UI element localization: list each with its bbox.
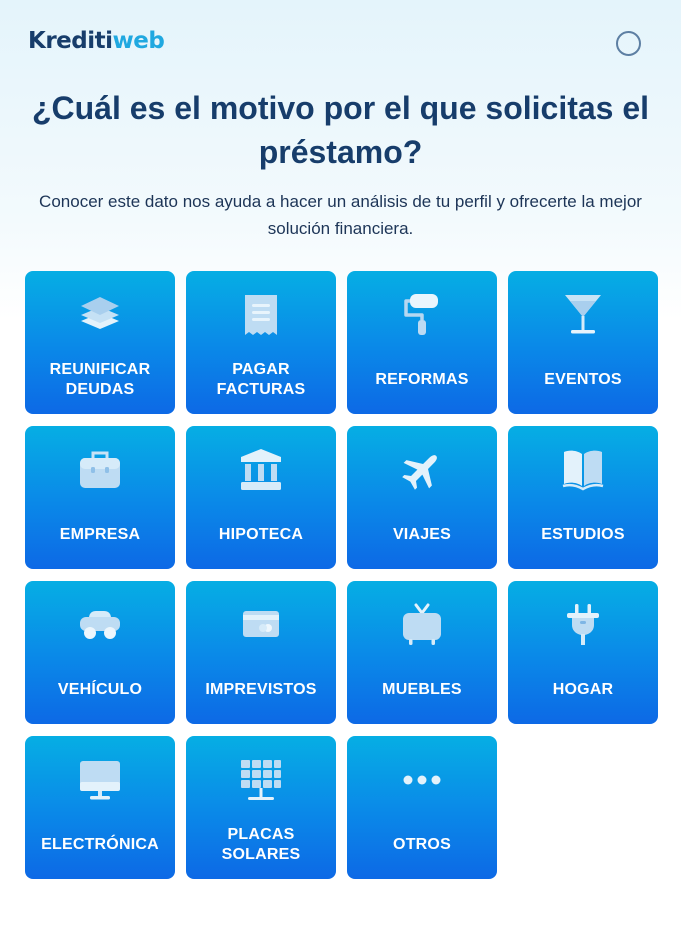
option-label: PAGAR FACTURAS <box>216 361 306 398</box>
option-label: REFORMAS <box>375 371 469 388</box>
option-label: HOGAR <box>552 681 614 698</box>
page-title: ¿Cuál es el motivo por el que solicitas … <box>31 90 650 170</box>
option-label: IMPREVISTOS <box>205 681 317 698</box>
option-otros[interactable]: OTROS <box>347 736 497 879</box>
open-book-icon <box>562 450 604 491</box>
monitor-icon <box>80 761 120 800</box>
option-placas-solares[interactable]: PLACAS SOLARES <box>186 736 336 879</box>
option-label: EMPRESA <box>59 526 141 543</box>
page-subtitle: Conocer este dato nos ayuda a hacer un a… <box>39 192 642 238</box>
option-label: EVENTOS <box>544 371 622 388</box>
option-label: REUNIFICAR DEUDAS <box>49 361 151 398</box>
option-empresa[interactable]: EMPRESA <box>25 426 175 569</box>
car-icon <box>80 611 120 639</box>
option-muebles[interactable]: MUEBLES <box>347 581 497 724</box>
option-reformas[interactable]: REFORMAS <box>347 271 497 414</box>
solar-panel-icon <box>241 760 281 800</box>
kreditiweb-logo[interactable]: Krediti web <box>28 28 165 54</box>
option-estudios[interactable]: ESTUDIOS <box>508 426 658 569</box>
loan-reason-grid: REUNIFICAR DEUDAS PAGAR FACTURAS REFORMA… <box>25 271 658 879</box>
option-eventos[interactable]: EVENTOS <box>508 271 658 414</box>
briefcase-icon <box>80 451 120 488</box>
option-label: MUEBLES <box>382 681 462 698</box>
layers-icon <box>81 297 119 329</box>
plug-icon <box>567 604 599 645</box>
option-hogar[interactable]: HOGAR <box>508 581 658 724</box>
option-viajes[interactable]: VIAJES <box>347 426 497 569</box>
logo-text-dark: Krediti <box>28 28 113 54</box>
receipt-icon <box>245 295 277 335</box>
option-vehiculo[interactable]: VEHÍCULO <box>25 581 175 724</box>
option-reunificar-deudas[interactable]: REUNIFICAR DEUDAS <box>25 271 175 414</box>
option-label: VIAJES <box>392 526 452 543</box>
option-hipoteca[interactable]: HIPOTECA <box>186 426 336 569</box>
cocktail-glass-icon <box>565 295 601 334</box>
option-label: VEHÍCULO <box>57 681 143 698</box>
option-label: ESTUDIOS <box>541 526 625 543</box>
paint-roller-icon <box>404 294 438 335</box>
option-label: HIPOTECA <box>218 526 304 543</box>
option-label: ELECTRÓNICA <box>41 836 159 853</box>
airplane-icon <box>402 455 437 490</box>
credit-card-icon <box>243 611 279 637</box>
option-pagar-facturas[interactable]: PAGAR FACTURAS <box>186 271 336 414</box>
option-label: OTROS <box>393 836 451 853</box>
more-dots-icon <box>403 775 441 785</box>
logo-text-accent: web <box>112 28 165 54</box>
option-electronica[interactable]: ELECTRÓNICA <box>25 736 175 879</box>
option-label: PLACAS SOLARES <box>221 826 301 863</box>
bank-icon <box>241 449 281 490</box>
option-imprevistos[interactable]: IMPREVISTOS <box>186 581 336 724</box>
tv-icon <box>403 603 441 645</box>
loading-spinner-icon <box>616 31 641 56</box>
